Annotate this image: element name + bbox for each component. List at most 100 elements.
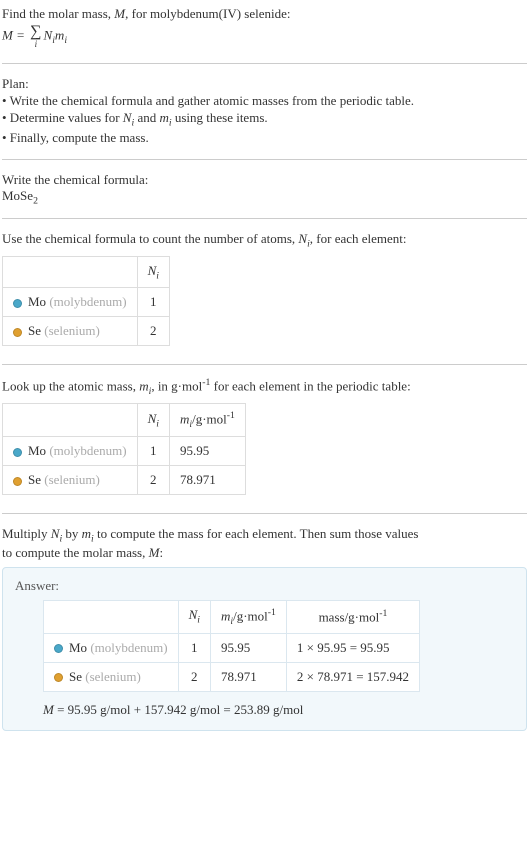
n-value: 2 — [137, 466, 169, 495]
plan-heading: Plan: — [2, 76, 527, 92]
answer-content: Ni mi/g·mol-1 mass/g·mol-1 Mo (molybdenu… — [15, 600, 514, 718]
text: Use the chemical formula to count the nu… — [2, 231, 298, 246]
element-symbol: Mo — [69, 640, 87, 655]
chemical-formula-block: Write the chemical formula: MoSe2 — [2, 170, 527, 209]
n-value: 1 — [137, 288, 169, 317]
formula-text: MoSe — [2, 188, 33, 203]
col-m-header: mi/g·mol-1 — [169, 404, 245, 437]
mass-value: 1 × 95.95 = 95.95 — [286, 633, 419, 662]
n-value: 1 — [137, 437, 169, 466]
text: , for each element: — [310, 231, 407, 246]
col-n-header: Ni — [137, 256, 169, 288]
col-n-header: Ni — [137, 404, 169, 437]
element-dot-icon — [54, 644, 63, 653]
table-row: Se (selenium) 2 78.971 2 × 78.971 = 157.… — [44, 662, 420, 691]
var-m: m — [139, 379, 148, 394]
var-m: M — [43, 702, 54, 717]
element-dot-icon — [13, 328, 22, 337]
result-text: = 95.95 g/mol + 157.942 g/mol = 253.89 g… — [54, 702, 304, 717]
element-name: (molybdenum) — [49, 443, 126, 458]
molar-mass-formula: M = ∑iNimi — [2, 24, 527, 49]
n-value: 2 — [137, 317, 169, 346]
table-row: Mo (molybdenum) 1 — [3, 288, 170, 317]
var-m: M — [149, 545, 160, 560]
heading: Look up the atomic mass, mi, in g·mol-1 … — [2, 377, 527, 397]
m-value: 95.95 — [169, 437, 245, 466]
heading: Write the chemical formula: — [2, 172, 527, 188]
col-mass-header: mass/g·mol-1 — [286, 600, 419, 633]
text: to compute the molar mass, — [2, 545, 149, 560]
n-value: 2 — [178, 662, 210, 691]
element-symbol: Se — [28, 323, 41, 338]
intro-block: Find the molar mass, M, for molybdenum(I… — [2, 4, 527, 53]
var-m: M — [2, 27, 13, 42]
element-name: (molybdenum) — [90, 640, 167, 655]
heading: Use the chemical formula to count the nu… — [2, 231, 527, 250]
element-name: (selenium) — [85, 669, 141, 684]
divider — [2, 513, 527, 514]
table-header-row: Ni — [3, 256, 170, 288]
text: , in g·mol — [151, 379, 202, 394]
equals: = — [13, 27, 28, 42]
mass-value: 2 × 78.971 = 157.942 — [286, 662, 419, 691]
text: Find the molar mass, — [2, 6, 114, 21]
sub-i: i — [64, 35, 67, 46]
element-symbol: Mo — [28, 443, 46, 458]
divider — [2, 218, 527, 219]
plan-bullet: • Finally, compute the mass. — [2, 130, 527, 146]
answer-title: Answer: — [15, 578, 514, 594]
empty-header — [3, 404, 138, 437]
var-m: M — [114, 6, 125, 21]
result-block: Multiply Ni by mi to compute the mass fo… — [2, 524, 527, 733]
text: Look up the atomic mass, — [2, 379, 139, 394]
empty-header — [3, 256, 138, 288]
element-cell: Se (selenium) — [44, 662, 179, 691]
final-result: M = 95.95 g/mol + 157.942 g/mol = 253.89… — [43, 702, 514, 718]
text: and — [134, 110, 159, 125]
formula-sub: 2 — [33, 195, 38, 206]
element-dot-icon — [13, 299, 22, 308]
multiply-text-2: to compute the molar mass, M: — [2, 545, 527, 561]
var-n: N — [44, 27, 53, 42]
table-row: Se (selenium) 2 — [3, 317, 170, 346]
text: by — [62, 526, 82, 541]
table-header-row: Ni mi/g·mol-1 — [3, 404, 246, 437]
element-name: (selenium) — [44, 472, 100, 487]
element-name: (molybdenum) — [49, 294, 126, 309]
element-dot-icon — [13, 477, 22, 486]
text: : — [159, 545, 163, 560]
element-symbol: Se — [69, 669, 82, 684]
element-symbol: Se — [28, 472, 41, 487]
intro-text: Find the molar mass, M, for molybdenum(I… — [2, 6, 290, 21]
divider — [2, 364, 527, 365]
m-value: 78.971 — [169, 466, 245, 495]
answer-table: Ni mi/g·mol-1 mass/g·mol-1 Mo (molybdenu… — [43, 600, 420, 692]
n-value: 1 — [178, 633, 210, 662]
lookup-table: Ni mi/g·mol-1 Mo (molybdenum) 1 95.95 Se… — [2, 403, 246, 495]
text: using these items. — [172, 110, 268, 125]
plan-bullet: • Determine values for Ni and mi using t… — [2, 110, 527, 129]
var-m: m — [82, 526, 91, 541]
element-cell: Mo (molybdenum) — [3, 288, 138, 317]
table-row: Mo (molybdenum) 1 95.95 1 × 95.95 = 95.9… — [44, 633, 420, 662]
count-table: Ni Mo (molybdenum) 1 Se (selenium) 2 — [2, 256, 170, 347]
plan-bullet: • Write the chemical formula and gather … — [2, 93, 527, 109]
m-value: 78.971 — [210, 662, 286, 691]
element-symbol: Mo — [28, 294, 46, 309]
text: Multiply — [2, 526, 51, 541]
answer-box: Answer: Ni mi/g·mol-1 mass/g·mol-1 Mo (m… — [2, 567, 527, 731]
element-cell: Mo (molybdenum) — [3, 437, 138, 466]
col-m-header: mi/g·mol-1 — [210, 600, 286, 633]
col-n-header: Ni — [178, 600, 210, 633]
var-n: N — [298, 231, 307, 246]
table-row: Mo (molybdenum) 1 95.95 — [3, 437, 246, 466]
m-value: 95.95 — [210, 633, 286, 662]
chemical-formula: MoSe2 — [2, 188, 527, 207]
element-name: (selenium) — [44, 323, 100, 338]
table-row: Se (selenium) 2 78.971 — [3, 466, 246, 495]
divider — [2, 159, 527, 160]
element-dot-icon — [54, 673, 63, 682]
empty-header — [44, 600, 179, 633]
text: , for molybdenum(IV) selenide: — [125, 6, 290, 21]
lookup-block: Look up the atomic mass, mi, in g·mol-1 … — [2, 375, 527, 503]
